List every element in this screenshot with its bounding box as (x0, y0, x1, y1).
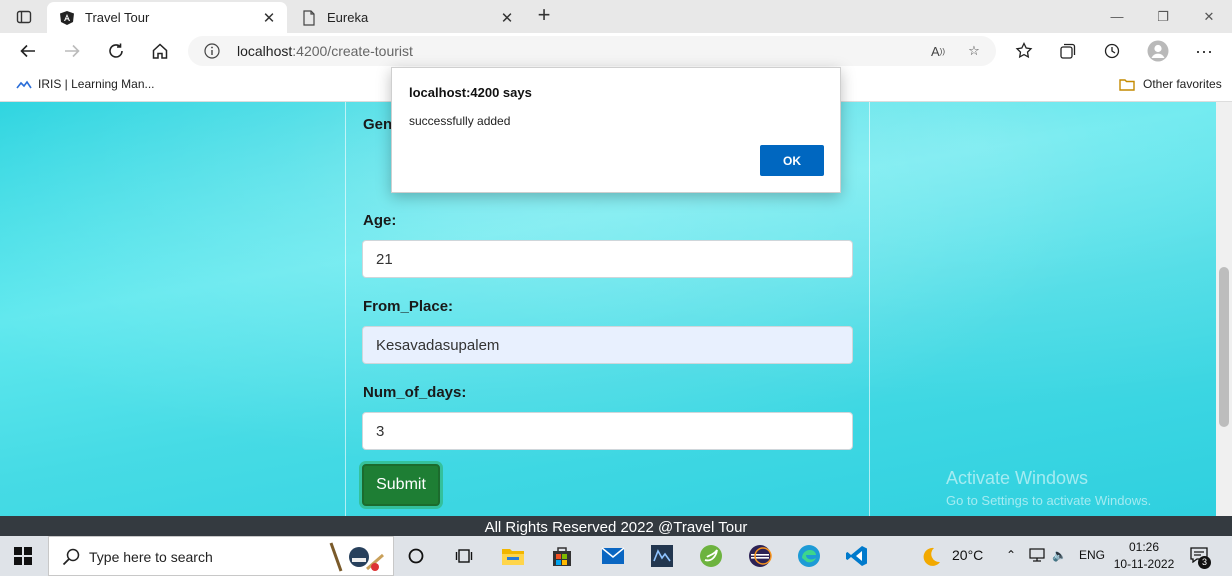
folder-icon (1119, 78, 1135, 91)
tray-chevron-icon[interactable]: ⌃ (1006, 548, 1016, 562)
address-bar[interactable]: localhost:4200/create-tourist A)) ☆ (188, 36, 996, 66)
page-scrollbar[interactable] (1216, 102, 1232, 516)
num-days-label: Num_of_days: (363, 384, 467, 401)
forward-icon[interactable] (57, 37, 87, 65)
iris-icon (16, 79, 32, 89)
windows-start-icon[interactable] (14, 547, 32, 565)
refresh-icon[interactable] (101, 37, 131, 65)
sql-server-icon[interactable] (648, 542, 676, 570)
taskbar: Type here to search 20°C ⌃ 🔈 ENG 01:26 1… (0, 536, 1232, 576)
clock[interactable]: 01:26 10-11-2022 (1112, 539, 1176, 573)
ok-button[interactable]: OK (760, 145, 824, 176)
gender-label: Gen (363, 116, 393, 133)
from-place-label: From_Place: (363, 298, 454, 315)
read-aloud-icon[interactable]: A)) (928, 42, 948, 60)
tab-travel-tour[interactable]: Travel Tour ✕ (47, 2, 287, 33)
search-icon (62, 548, 80, 566)
edge-icon[interactable] (795, 542, 823, 570)
favorites-icon[interactable] (1009, 37, 1039, 65)
profile-avatar-icon[interactable] (1143, 37, 1173, 65)
mail-icon[interactable] (599, 542, 627, 570)
file-explorer-icon[interactable] (499, 542, 527, 570)
minimize-icon[interactable]: — (1094, 0, 1140, 33)
dialog-title: localhost:4200 says (409, 85, 532, 100)
info-icon[interactable] (204, 43, 220, 59)
add-favorite-icon[interactable]: ☆ (964, 42, 984, 60)
more-menu-icon[interactable]: ··· (1189, 37, 1219, 65)
taskbar-search-box[interactable]: Type here to search (48, 536, 394, 576)
clock-date: 10-11-2022 (1113, 557, 1175, 571)
back-icon[interactable] (13, 37, 43, 65)
notification-badge: 3 (1198, 556, 1211, 569)
notifications-icon[interactable]: 3 (1190, 547, 1214, 569)
tab-eureka[interactable]: Eureka ✕ (289, 2, 525, 33)
window-controls: — ❐ ✕ (1094, 0, 1232, 33)
weather-moon-icon[interactable] (920, 546, 942, 568)
from-place-input[interactable]: Kesavadasupalem (362, 326, 853, 364)
dialog-message: successfully added (409, 114, 511, 128)
new-tab-icon[interactable]: + (533, 4, 555, 27)
weather-temperature[interactable]: 20°C (952, 547, 983, 563)
page-icon (301, 9, 317, 26)
cortana-icon[interactable] (402, 542, 430, 570)
search-placeholder: Type here to search (89, 549, 213, 565)
home-icon[interactable] (145, 37, 175, 65)
volume-icon[interactable]: 🔈 (1052, 548, 1067, 562)
close-tab-icon[interactable]: ✕ (259, 8, 279, 28)
spring-tool-icon[interactable] (697, 542, 725, 570)
microsoft-store-icon[interactable] (548, 542, 576, 570)
tab-strip: Travel Tour ✕ Eureka ✕ + — ❐ ✕ (0, 0, 1232, 33)
tab-actions-icon[interactable] (8, 6, 40, 28)
network-icon[interactable] (1028, 548, 1046, 565)
close-window-icon[interactable]: ✕ (1186, 0, 1232, 33)
close-tab-icon[interactable]: ✕ (497, 8, 517, 28)
address-toolbar: localhost:4200/create-tourist A)) ☆ ··· (0, 33, 1232, 69)
alert-dialog: localhost:4200 says successfully added O… (391, 67, 841, 193)
cricket-doodle-icon[interactable] (325, 541, 385, 573)
clock-time: 01:26 (1128, 540, 1160, 554)
vscode-icon[interactable] (843, 542, 871, 570)
task-view-icon[interactable] (450, 542, 478, 570)
url-path: :4200/create-tourist (292, 43, 413, 59)
url-text: localhost:4200/create-tourist (237, 43, 413, 59)
activate-windows-hint: Go to Settings to activate Windows. (946, 493, 1152, 508)
favorite-label: IRIS | Learning Man... (38, 77, 155, 91)
collections-icon[interactable] (1053, 37, 1083, 65)
language-indicator[interactable]: ENG (1079, 548, 1105, 562)
favorite-label: Other favorites (1143, 77, 1222, 91)
history-icon[interactable] (1097, 37, 1127, 65)
page-footer: All Rights Reserved 2022 @Travel Tour (0, 516, 1232, 536)
age-input[interactable]: 21 (362, 240, 853, 278)
activate-windows-title: Activate Windows (946, 468, 1089, 488)
tab-title: Eureka (327, 10, 369, 25)
favorite-other[interactable]: Other favorites (1119, 77, 1222, 91)
eclipse-icon[interactable] (746, 542, 774, 570)
angular-icon (59, 10, 75, 26)
restore-icon[interactable]: ❐ (1140, 0, 1186, 33)
submit-button[interactable]: Submit (362, 464, 440, 506)
favorite-iris[interactable]: IRIS | Learning Man... (16, 77, 155, 91)
num-days-input[interactable]: 3 (362, 412, 853, 450)
age-label: Age: (363, 212, 397, 229)
url-host: localhost (237, 43, 293, 59)
tab-title: Travel Tour (85, 10, 150, 25)
scrollbar-thumb[interactable] (1219, 267, 1229, 427)
